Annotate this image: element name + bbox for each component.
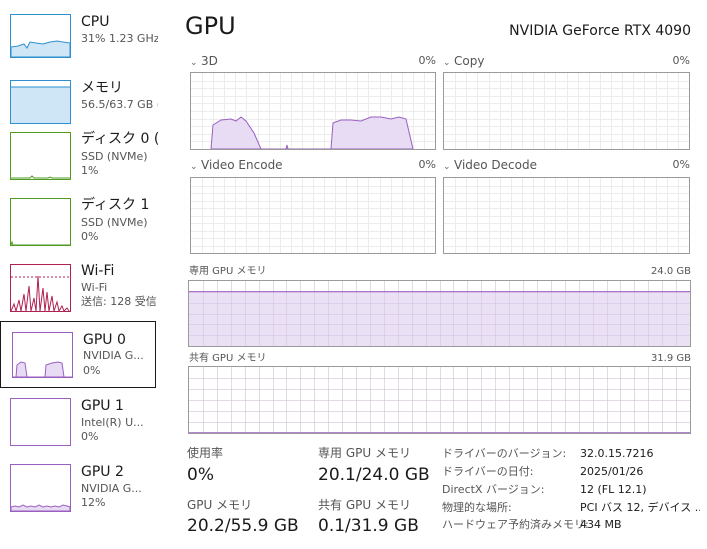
sidebar-item-disk0[interactable]: ディスク 0 (C:) SSD (NVMe) 1% <box>0 122 158 188</box>
sidebar-item-detail: Intel(R) U... <box>81 416 144 429</box>
gpu1-thumbnail-graph <box>10 398 71 446</box>
graph-grid <box>444 73 689 149</box>
graph-grid-overlay <box>189 367 690 433</box>
driver-date-value: 2025/01/26 <box>580 465 644 478</box>
page-title: GPU <box>185 12 236 40</box>
sidebar-item-label: ディスク 0 (C:) <box>81 131 158 147</box>
engine-label: Video Encode <box>201 158 283 172</box>
memory-usage-fill <box>189 291 690 346</box>
sidebar-item-label: GPU 1 <box>81 398 124 414</box>
engine-value: 0% <box>672 54 690 67</box>
sidebar-item-label: GPU 2 <box>81 464 124 480</box>
sidebar-item-label: CPU <box>81 14 110 30</box>
graph-video-encode <box>190 177 436 254</box>
sidebar-item-gpu1[interactable]: GPU 1 Intel(R) U... 0% <box>0 388 158 454</box>
sidebar-item-label: Wi-Fi <box>81 263 115 279</box>
sidebar-item-label: ディスク 1 <box>81 197 150 213</box>
sidebar-item-detail: Wi-Fi <box>81 281 108 294</box>
graph-grid <box>444 178 689 253</box>
sidebar-item-detail: 56.5/63.7 GB (89%) <box>81 98 158 111</box>
gpu2-thumbnail-graph <box>10 464 71 512</box>
engine-selector-video-decode[interactable]: ⌄ Video Decode <box>443 158 537 174</box>
chevron-down-icon: ⌄ <box>190 162 198 172</box>
driver-version-value: 32.0.15.7216 <box>580 447 654 460</box>
physical-location-value: PCI バス 12, デバイス ... <box>580 501 700 514</box>
disk1-thumbnail-graph <box>10 198 71 246</box>
graph-shared-memory <box>188 366 691 434</box>
dedicated-memory-graph-max: 24.0 GB <box>650 266 691 277</box>
engine-value: 0% <box>418 54 436 67</box>
gpu0-thumbnail-graph <box>12 332 73 378</box>
sidebar-item-detail: NVIDIA G... <box>83 349 144 362</box>
reserved-memory-label: ハードウェア予約済みメモリ: <box>442 518 589 531</box>
directx-version-label: DirectX バージョン: <box>442 483 545 496</box>
sidebar-item-cpu[interactable]: CPU 31% 1.23 GHz <box>0 4 158 70</box>
sidebar-item-usage: 1% <box>81 164 99 177</box>
sidebar-item-detail: NVIDIA G... <box>81 482 142 495</box>
cpu-thumbnail-graph <box>10 14 71 58</box>
sidebar-item-label: GPU 0 <box>83 332 126 348</box>
sidebar-item-detail: 31% 1.23 GHz <box>81 32 158 45</box>
sidebar-item-usage: 0% <box>81 430 99 443</box>
driver-date-label: ドライバーの日付: <box>442 465 534 478</box>
sidebar-item-usage: 0% <box>81 230 99 243</box>
engine-label: Video Decode <box>454 158 537 172</box>
graph-3d <box>190 72 436 150</box>
sidebar-item-usage: 0% <box>83 364 101 377</box>
sidebar-item-detail: SSD (NVMe) <box>81 150 148 163</box>
wifi-thumbnail-graph <box>10 264 71 312</box>
physical-location-label: 物理的な場所: <box>442 501 512 514</box>
engine-label: Copy <box>454 54 485 68</box>
utilization-value: 0% <box>187 465 214 485</box>
engine-label: 3D <box>201 54 218 68</box>
graph-video-decode <box>443 177 690 254</box>
sidebar-item-wifi[interactable]: Wi-Fi Wi-Fi 送信: 128 受信 <box>0 254 158 320</box>
engine-selector-video-encode[interactable]: ⌄ Video Encode <box>190 158 283 174</box>
shared-memory-graph-max: 31.9 GB <box>650 353 691 364</box>
shared-memory-label: 共有 GPU メモリ <box>318 498 411 512</box>
sidebar-item-throughput: 送信: 128 受信 <box>81 295 157 308</box>
gpu-model-name: NVIDIA GeForce RTX 4090 <box>509 23 691 39</box>
chevron-down-icon: ⌄ <box>443 58 451 68</box>
disk0-thumbnail-graph <box>10 132 71 180</box>
dedicated-memory-value: 20.1/24.0 GB <box>318 465 430 485</box>
engine-selector-3d[interactable]: ⌄ 3D <box>190 54 218 70</box>
engine-value: 0% <box>418 158 436 171</box>
sidebar-item-disk1[interactable]: ディスク 1 SSD (NVMe) 0% <box>0 188 158 254</box>
engine-selector-copy[interactable]: ⌄ Copy <box>443 54 484 70</box>
sidebar-item-detail: SSD (NVMe) <box>81 216 148 229</box>
memory-thumbnail-graph <box>10 80 71 124</box>
utilization-label: 使用率 <box>187 446 224 460</box>
graph-copy <box>443 72 690 150</box>
sidebar-item-gpu2[interactable]: GPU 2 NVIDIA G... 12% <box>0 454 158 520</box>
driver-version-label: ドライバーのバージョン: <box>442 447 567 460</box>
graph-dedicated-memory <box>188 280 691 347</box>
reserved-memory-value: 434 MB <box>580 518 622 531</box>
sidebar-item-usage: 12% <box>81 496 106 509</box>
gpu-memory-value: 20.2/55.9 GB <box>187 516 299 536</box>
directx-version-value: 12 (FL 12.1) <box>580 483 647 496</box>
sidebar-item-gpu0[interactable]: GPU 0 NVIDIA G... 0% <box>0 321 156 388</box>
chevron-down-icon: ⌄ <box>190 58 198 68</box>
chevron-down-icon: ⌄ <box>443 162 451 172</box>
dedicated-memory-graph-label: 専用 GPU メモリ <box>189 266 267 277</box>
shared-memory-value: 0.1/31.9 GB <box>318 516 419 536</box>
dedicated-memory-label: 専用 GPU メモリ <box>318 446 411 460</box>
gpu-memory-label: GPU メモリ <box>187 498 253 512</box>
graph-grid <box>191 178 435 253</box>
sidebar-item-label: メモリ <box>81 80 123 96</box>
shared-memory-graph-label: 共有 GPU メモリ <box>189 353 267 364</box>
engine-value: 0% <box>672 158 690 171</box>
